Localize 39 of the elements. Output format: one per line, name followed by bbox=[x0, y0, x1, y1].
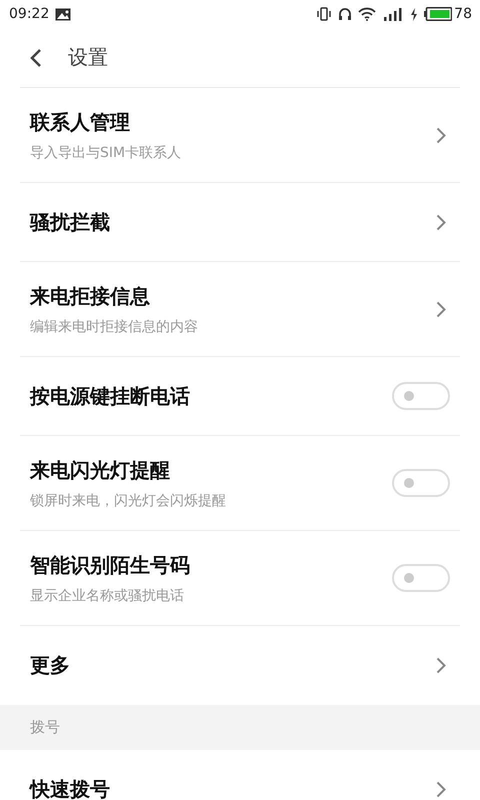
settings-row[interactable]: 联系人管理 导入导出与SIM卡联系人 bbox=[20, 88, 460, 183]
setting-description: 显示企业名称或骚扰电话 bbox=[30, 586, 185, 604]
settings-row[interactable]: 按电源键挂断电话 bbox=[20, 357, 460, 436]
section-header: 拨号 bbox=[30, 718, 60, 737]
settings-row[interactable]: 来电闪光灯提醒 锁屏时来电，闪光灯会闪烁提醒 bbox=[20, 436, 460, 531]
page-title: 设置 bbox=[68, 44, 108, 71]
image-icon bbox=[55, 8, 72, 20]
chevron-right-icon bbox=[436, 657, 446, 674]
toggle-switch[interactable] bbox=[392, 564, 450, 592]
setting-title: 快速拨号 bbox=[30, 776, 111, 800]
setting-description: 锁屏时来电，闪光灯会闪烁提醒 bbox=[30, 492, 227, 510]
setting-title: 骚扰拦截 bbox=[30, 208, 111, 236]
settings-row[interactable]: 更多 bbox=[20, 626, 460, 705]
chevron-right-icon bbox=[436, 126, 446, 144]
settings-row[interactable]: 来电拒接信息 编辑来电时拒接信息的内容 bbox=[20, 262, 460, 357]
vibrate-icon bbox=[316, 7, 332, 21]
battery-icon bbox=[424, 7, 452, 21]
chevron-right-icon bbox=[436, 300, 446, 318]
setting-title: 来电闪光灯提醒 bbox=[30, 456, 171, 484]
headphones-icon bbox=[338, 7, 352, 21]
setting-title: 更多 bbox=[30, 652, 71, 679]
chevron-right-icon bbox=[436, 214, 446, 230]
setting-description: 导入导出与SIM卡联系人 bbox=[30, 144, 182, 162]
battery-percent: 78 bbox=[454, 6, 472, 22]
setting-title: 来电拒接信息 bbox=[30, 282, 151, 310]
setting-title: 按电源键挂断电话 bbox=[30, 382, 191, 410]
setting-title: 智能识别陌生号码 bbox=[30, 552, 191, 578]
wifi-icon bbox=[358, 7, 376, 21]
toggle-switch[interactable] bbox=[392, 469, 450, 497]
signal-icon bbox=[382, 7, 404, 21]
settings-row[interactable]: 骚扰拦截 bbox=[20, 183, 460, 262]
charging-icon bbox=[410, 8, 418, 20]
clock: 09:22 bbox=[9, 6, 50, 22]
setting-title: 联系人管理 bbox=[30, 108, 131, 136]
settings-row[interactable]: 智能识别陌生号码 显示企业名称或骚扰电话 bbox=[20, 531, 460, 626]
chevron-right-icon bbox=[436, 781, 446, 798]
settings-row[interactable]: 快速拨号 bbox=[20, 750, 460, 800]
toggle-switch[interactable] bbox=[392, 382, 450, 410]
setting-description: 编辑来电时拒接信息的内容 bbox=[30, 318, 199, 336]
